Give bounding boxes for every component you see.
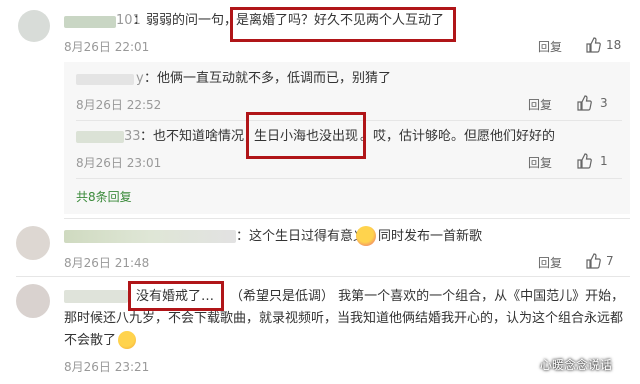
username-blurred[interactable] [64, 230, 236, 243]
like-count: 3 [600, 96, 608, 110]
reply-username-suffix[interactable]: y [136, 70, 144, 88]
reply-divider [76, 178, 622, 179]
like-count: 1 [600, 154, 608, 168]
comment-divider [64, 218, 630, 219]
comment-time: 8月26日 21:48 [64, 256, 150, 270]
username-blurred[interactable] [64, 16, 116, 28]
reply-username-blurred[interactable] [76, 74, 134, 85]
highlight-box [128, 281, 224, 311]
reply-button[interactable]: 回复 [538, 38, 562, 55]
comment-text: 那时候还八九岁，不会下载歌曲，就录视频听，当我知道他俩结婚我开心的，认为这个组合… [64, 311, 624, 326]
reply-username-suffix[interactable]: 33 [124, 128, 141, 146]
like-icon[interactable] [585, 253, 601, 269]
reply-button[interactable]: 回复 [528, 154, 552, 171]
avatar[interactable] [16, 226, 50, 260]
comment-text: 不会散了 [64, 333, 117, 348]
reply-button[interactable]: 回复 [528, 96, 552, 113]
reply-time: 8月26日 22:52 [76, 98, 162, 112]
emoji-icon [118, 331, 136, 349]
highlight-box [246, 112, 366, 159]
comment-text: （希望只是低调） 我第一个喜欢的一个组合，从《中国范儿》开始， [230, 289, 625, 304]
comment-divider [16, 276, 630, 277]
emoji-icon [356, 226, 376, 246]
reply-text: 。哎，估计够呛。但愿他们好好的 [360, 129, 556, 144]
avatar[interactable] [16, 284, 50, 318]
more-replies-link[interactable]: 共8条回复 [76, 188, 132, 205]
comment-text: ：弱弱的问一句， [133, 13, 238, 28]
username-blurred[interactable] [64, 290, 128, 303]
like-count: 18 [606, 38, 622, 52]
like-icon[interactable] [576, 153, 592, 169]
comment-text: 同时发布一首新歌 [378, 229, 483, 244]
comment-text: ：这个生日过得有意义 [236, 229, 367, 244]
comment-time: 8月26日 22:01 [64, 40, 150, 54]
like-icon[interactable] [585, 37, 601, 53]
like-count: 7 [606, 254, 614, 268]
comment-time: 8月26日 23:21 [64, 360, 150, 374]
avatar[interactable] [18, 10, 50, 42]
reply-time: 8月26日 23:01 [76, 156, 162, 170]
like-icon[interactable] [576, 95, 592, 111]
watermark: 心暖念念说话 [540, 358, 613, 372]
reply-username-blurred[interactable] [76, 131, 124, 143]
reply-text: ：他俩一直互动就不多，低调而已，别猜了 [144, 71, 392, 86]
highlight-box [230, 7, 456, 42]
reply-text: ：也不知道啥情况， [140, 129, 258, 144]
reply-button[interactable]: 回复 [538, 254, 562, 271]
